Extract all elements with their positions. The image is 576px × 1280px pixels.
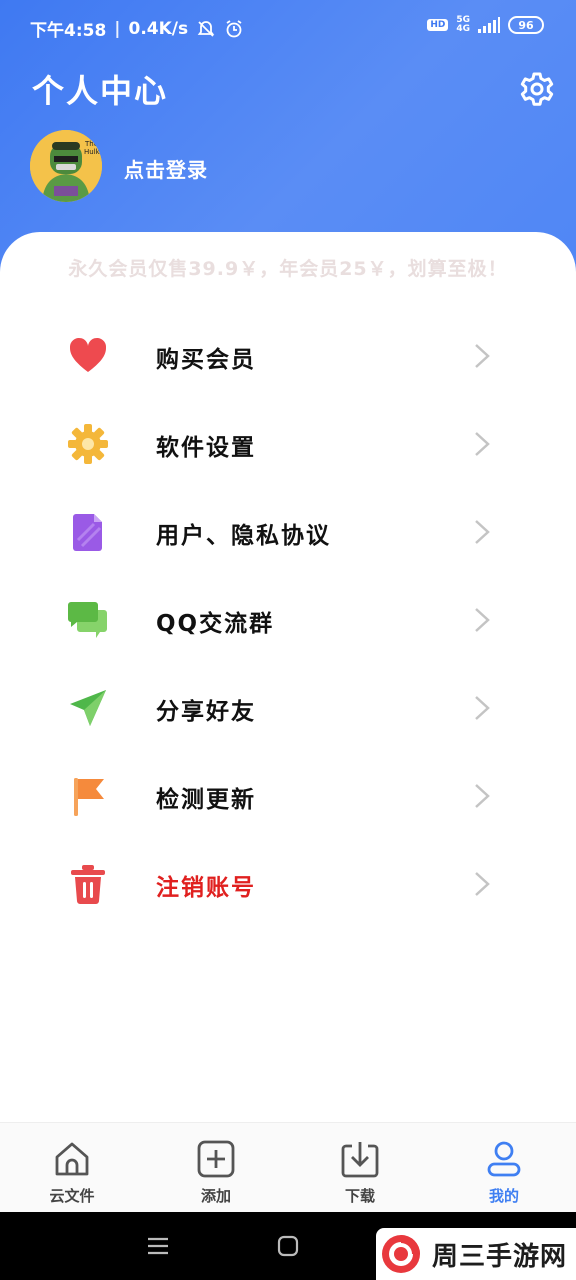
tab-label: 下载	[344, 1187, 375, 1205]
status-time: 下午4:58	[30, 21, 107, 41]
battery-indicator: 96	[508, 16, 544, 34]
watermark-logo-icon	[380, 1233, 422, 1275]
tab-download[interactable]: 下载	[288, 1123, 432, 1213]
network-type: 5G 4G	[456, 15, 470, 34]
chevron-right-icon	[470, 518, 494, 546]
home-icon	[52, 1139, 92, 1179]
heart-icon	[66, 334, 110, 378]
signal-icon	[478, 17, 500, 33]
menu-label: 检测更新	[156, 787, 256, 813]
menu-label: 购买会员	[156, 347, 256, 373]
menu-item-share-friends[interactable]: 分享好友	[0, 666, 576, 746]
chevron-right-icon	[470, 430, 494, 458]
login-link[interactable]: 点击登录	[124, 154, 208, 183]
chevron-right-icon	[470, 870, 494, 898]
menu-item-check-update[interactable]: 检测更新	[0, 754, 576, 834]
tab-label: 我的	[488, 1187, 519, 1205]
home-nav-icon[interactable]	[274, 1232, 302, 1260]
menu-item-settings[interactable]: 软件设置	[0, 402, 576, 482]
chat-icon	[66, 598, 110, 642]
tab-cloud-files[interactable]: 云文件	[0, 1123, 144, 1213]
chevron-right-icon	[470, 606, 494, 634]
tab-add[interactable]: 添加	[144, 1123, 288, 1213]
menu-item-delete-account[interactable]: 注销账号	[0, 842, 576, 922]
watermark-text: 周三手游网	[432, 1241, 568, 1272]
user-icon	[484, 1139, 524, 1179]
menu-nav-icon[interactable]	[144, 1232, 172, 1260]
menu-item-qq-group[interactable]: QQ交流群	[0, 578, 576, 658]
bottom-tab-bar: 云文件 添加 下载 我的	[0, 1122, 576, 1212]
alarm-icon	[224, 19, 244, 39]
gear-icon	[66, 422, 110, 466]
settings-gear-icon[interactable]	[518, 70, 556, 108]
avatar[interactable]: The Hulk	[30, 130, 102, 202]
tab-label: 云文件	[49, 1187, 95, 1205]
tab-mine[interactable]: 我的	[432, 1123, 576, 1213]
svg-text:Hulk: Hulk	[84, 148, 101, 156]
paper-plane-icon	[66, 686, 110, 730]
watermark: 周三手游网	[376, 1228, 576, 1280]
document-icon	[66, 510, 110, 554]
menu-label: 分享好友	[156, 699, 256, 725]
flag-icon	[66, 774, 110, 818]
trash-icon	[66, 862, 110, 906]
add-icon	[196, 1139, 236, 1179]
tab-label: 添加	[200, 1187, 231, 1205]
chevron-right-icon	[470, 694, 494, 722]
chevron-right-icon	[470, 782, 494, 810]
chevron-right-icon	[470, 342, 494, 370]
menu-label: 注销账号	[156, 875, 256, 901]
menu-label: QQ交流群	[156, 611, 275, 637]
menu-item-buy-vip[interactable]: 购买会员	[0, 314, 576, 394]
mute-icon	[196, 19, 216, 39]
page-title: 个人中心	[32, 72, 169, 110]
menu-label: 用户、隐私协议	[156, 523, 331, 549]
status-net-speed: 0.4K/s	[128, 18, 189, 39]
promo-banner: 永久会员仅售39.9￥，年会员25￥，划算至极！	[68, 258, 508, 280]
hd-badge: HD	[427, 19, 449, 31]
download-icon	[340, 1139, 380, 1179]
menu-label: 软件设置	[156, 435, 256, 461]
menu-item-privacy-agreement[interactable]: 用户、隐私协议	[0, 490, 576, 570]
status-bar: 下午4:58 | 0.4K/s HD 5G 4G 96	[0, 0, 576, 56]
